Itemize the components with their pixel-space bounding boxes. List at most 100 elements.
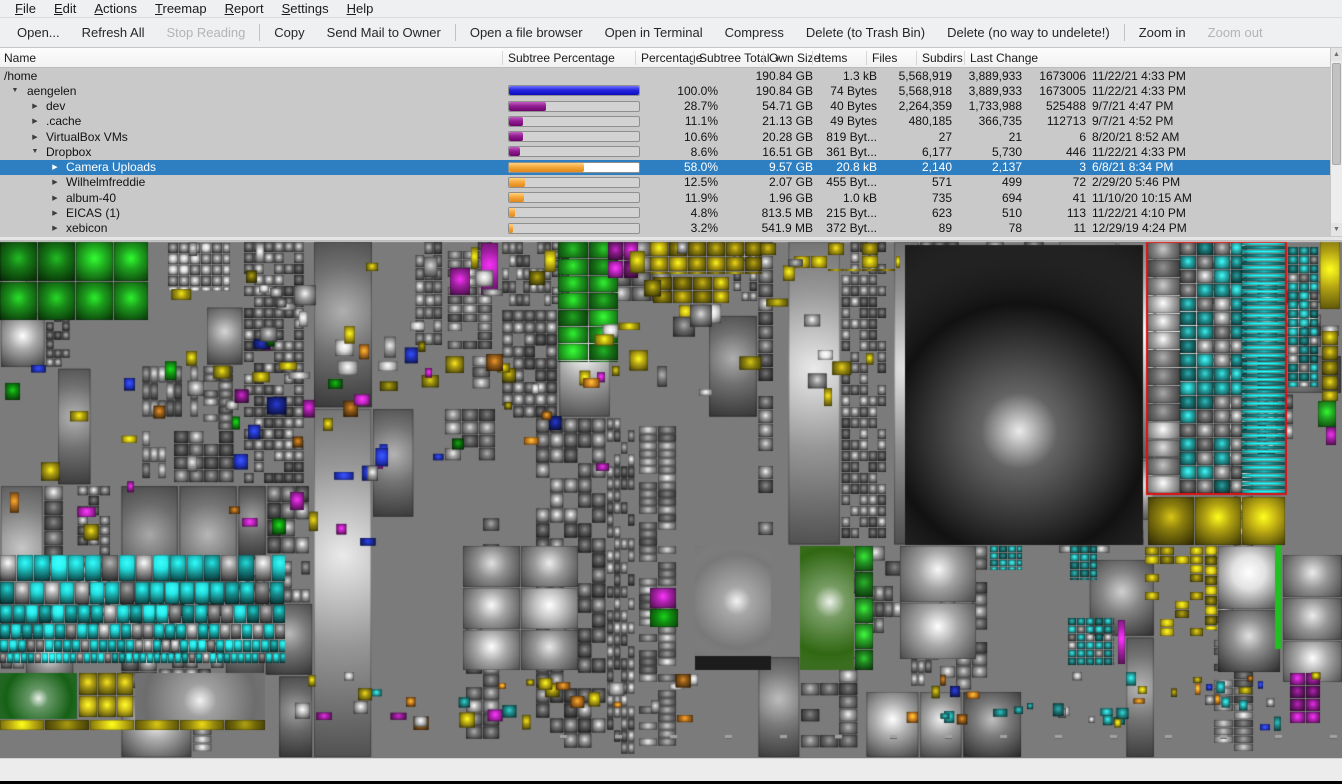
expand-icon[interactable]: ▶ <box>48 209 62 217</box>
menu-actions[interactable]: Actions <box>85 0 146 18</box>
tree-scrollbar[interactable]: ▲ ▼ <box>1330 48 1342 236</box>
cell-own: 215 Byt... <box>815 206 877 220</box>
tree-row-aengelen[interactable]: ▼aengelen100.0%190.84 GB74 Bytes5,568,91… <box>0 83 1330 98</box>
scrollbar-thumb[interactable] <box>1332 63 1341 165</box>
header-separator[interactable] <box>502 51 503 65</box>
cell-changed: 2/29/20 5:46 PM <box>1092 175 1327 189</box>
tree-row-dev[interactable]: ▶dev28.7%54.71 GB40 Bytes2,264,3591,733,… <box>0 99 1330 114</box>
toolbar-open-button[interactable]: Open... <box>6 22 71 43</box>
toolbar-open-a-file-browser-button[interactable]: Open a file browser <box>459 22 594 43</box>
scroll-down-icon[interactable]: ▼ <box>1331 223 1342 236</box>
tree-row-home[interactable]: /home190.84 GB1.3 kB5,568,9193,889,93316… <box>0 68 1330 83</box>
expand-icon[interactable]: ▶ <box>48 194 62 202</box>
qdirstat-window: { "menubar": { "items": [ {"label":"File… <box>0 0 1342 784</box>
header-separator[interactable] <box>812 51 813 65</box>
collapse-icon[interactable]: ▼ <box>8 87 22 94</box>
menu-help[interactable]: Help <box>338 0 383 18</box>
cell-perc: 10.6% <box>640 130 718 144</box>
cell-perc: 11.1% <box>640 114 718 128</box>
item-name: EICAS (1) <box>66 206 120 220</box>
cell-changed: 11/10/20 10:15 AM <box>1092 191 1327 205</box>
directory-table: NameSubtree PercentagePercentageSubtree … <box>0 48 1342 236</box>
toolbar-open-in-terminal-button[interactable]: Open in Terminal <box>594 22 714 43</box>
tree-row-wilhelmfreddie[interactable]: ▶Wilhelmfreddie12.5%2.07 GB455 Byt...571… <box>0 175 1330 190</box>
toolbar-separator <box>1124 24 1125 41</box>
menubar: FileEditActionsTreemapReportSettingsHelp <box>0 0 1342 18</box>
tree-row-virtualbox-vms[interactable]: ▶VirtualBox VMs10.6%20.28 GB819 Byt...27… <box>0 129 1330 144</box>
toolbar-compress-button[interactable]: Compress <box>714 22 795 43</box>
expand-icon[interactable]: ▶ <box>28 133 42 141</box>
menu-treemap[interactable]: Treemap <box>146 0 216 18</box>
cell-changed: 11/22/21 4:10 PM <box>1092 206 1327 220</box>
cell-items: 2,140 <box>880 160 952 174</box>
header-separator[interactable] <box>693 51 694 65</box>
cell-total: 813.5 MB <box>726 206 813 220</box>
item-name: album-40 <box>66 191 116 205</box>
expand-icon[interactable]: ▶ <box>48 224 62 232</box>
tree-row-cache[interactable]: ▶.cache11.1%21.13 GB49 Bytes480,185366,7… <box>0 114 1330 129</box>
cell-files: 366,735 <box>950 114 1022 128</box>
header-separator[interactable] <box>635 51 636 65</box>
cell-own: 455 Byt... <box>815 175 877 189</box>
cell-files: 694 <box>950 191 1022 205</box>
cell-total: 54.71 GB <box>726 99 813 113</box>
cell-items: 2,264,359 <box>880 99 952 113</box>
cell-subdirs: 11 <box>1014 221 1086 235</box>
toolbar-zoom-in-button[interactable]: Zoom in <box>1128 22 1197 43</box>
menu-file[interactable]: File <box>6 0 45 18</box>
cell-own: 40 Bytes <box>815 99 877 113</box>
cell-total: 20.28 GB <box>726 130 813 144</box>
header-separator[interactable] <box>916 51 917 65</box>
expand-icon[interactable]: ▶ <box>28 102 42 110</box>
cell-total: 9.57 GB <box>726 160 813 174</box>
tree-row-eicas-1[interactable]: ▶EICAS (1)4.8%813.5 MB215 Byt...62351011… <box>0 205 1330 220</box>
cell-subdirs: 1673005 <box>1014 84 1086 98</box>
cell-items: 480,185 <box>880 114 952 128</box>
tree-row-album-40[interactable]: ▶album-4011.9%1.96 GB1.0 kB7356944111/10… <box>0 190 1330 205</box>
toolbar-delete-to-trash-bin-button[interactable]: Delete (to Trash Bin) <box>795 22 936 43</box>
column-header-files[interactable]: Files <box>872 51 897 65</box>
cell-own: 372 Byt... <box>815 221 877 235</box>
toolbar-refresh-all-button[interactable]: Refresh All <box>71 22 156 43</box>
cell-own: 819 Byt... <box>815 130 877 144</box>
cell-items: 6,177 <box>880 145 952 159</box>
toolbar-zoom-out-button: Zoom out <box>1197 22 1274 43</box>
toolbar-send-mail-to-owner-button[interactable]: Send Mail to Owner <box>316 22 452 43</box>
column-header-items[interactable]: Items <box>818 51 847 65</box>
tree-row-dropbox[interactable]: ▼Dropbox8.6%16.51 GB361 Byt...6,1775,730… <box>0 144 1330 159</box>
toolbar-delete-no-way-to-undelete-button[interactable]: Delete (no way to undelete!) <box>936 22 1121 43</box>
expand-icon[interactable]: ▶ <box>48 178 62 186</box>
cell-own: 49 Bytes <box>815 114 877 128</box>
subtree-percentage-bar <box>508 162 640 173</box>
subtree-percentage-bar <box>508 192 640 203</box>
directory-tree: /home190.84 GB1.3 kB5,568,9193,889,93316… <box>0 68 1330 236</box>
cell-changed: 11/22/21 4:33 PM <box>1092 69 1327 83</box>
cell-items: 623 <box>880 206 952 220</box>
expand-icon[interactable]: ▶ <box>48 163 62 171</box>
expand-icon[interactable]: ▶ <box>28 117 42 125</box>
cell-subdirs: 6 <box>1014 130 1086 144</box>
scroll-up-icon[interactable]: ▲ <box>1331 48 1342 61</box>
status-bar <box>0 758 1342 781</box>
item-name: dev <box>46 99 65 113</box>
item-name: Dropbox <box>46 145 91 159</box>
menu-edit[interactable]: Edit <box>45 0 85 18</box>
column-header-name[interactable]: Name <box>4 51 36 65</box>
column-header-last-change[interactable]: Last Change <box>970 51 1038 65</box>
header-separator[interactable] <box>866 51 867 65</box>
cell-total: 541.9 MB <box>726 221 813 235</box>
cell-total: 190.84 GB <box>726 84 813 98</box>
tree-row-xebicon[interactable]: ▶xebicon3.2%541.9 MB372 Byt...89781112/2… <box>0 221 1330 236</box>
toolbar-separator <box>455 24 456 41</box>
toolbar-copy-button[interactable]: Copy <box>263 22 315 43</box>
column-header-subdirs[interactable]: Subdirs <box>922 51 963 65</box>
cell-subdirs: 41 <box>1014 191 1086 205</box>
column-header-subtree-percentage[interactable]: Subtree Percentage <box>508 51 615 65</box>
header-separator[interactable] <box>964 51 965 65</box>
header-separator[interactable] <box>763 51 764 65</box>
tree-row-camera-uploads[interactable]: ▶Camera Uploads58.0%9.57 GB20.8 kB2,1402… <box>0 160 1330 175</box>
menu-report[interactable]: Report <box>216 0 273 18</box>
treemap-canvas[interactable] <box>0 241 1342 758</box>
collapse-icon[interactable]: ▼ <box>28 148 42 155</box>
menu-settings[interactable]: Settings <box>273 0 338 18</box>
